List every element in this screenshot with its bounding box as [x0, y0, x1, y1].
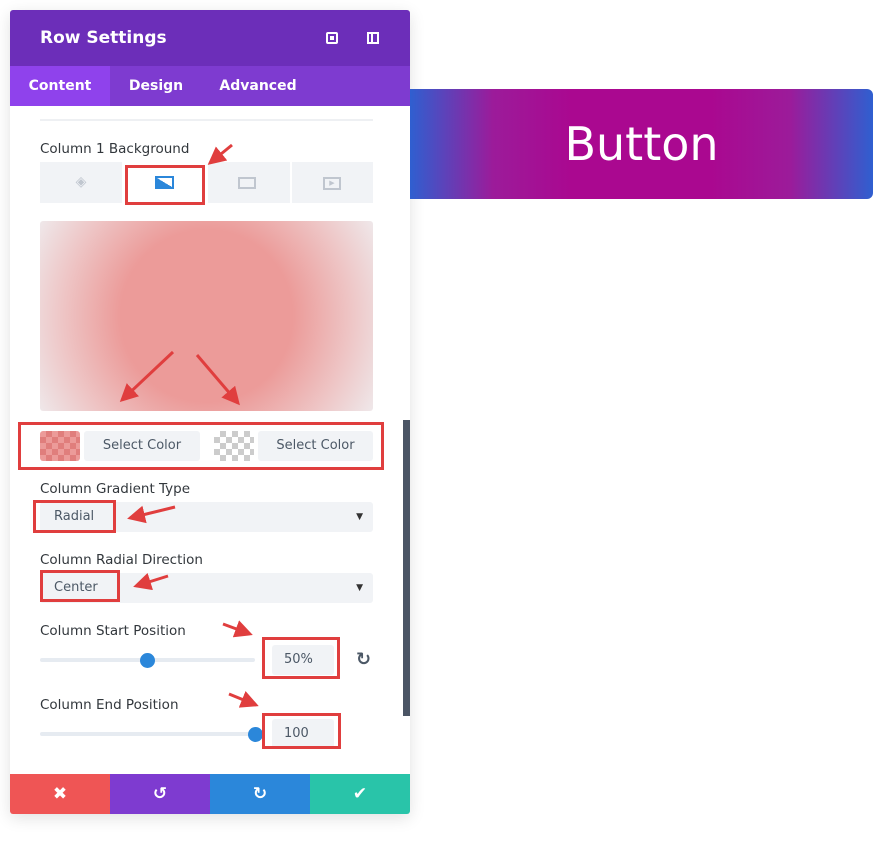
arrow-icon [133, 572, 169, 591]
arrow-icon [228, 691, 259, 708]
arrow-icon [207, 143, 233, 165]
preview-button[interactable]: Button [410, 89, 873, 199]
arrow-icon [195, 354, 240, 406]
arrow-icon [222, 620, 253, 638]
arrow-icon [119, 350, 175, 403]
arrow-icon [127, 505, 176, 524]
